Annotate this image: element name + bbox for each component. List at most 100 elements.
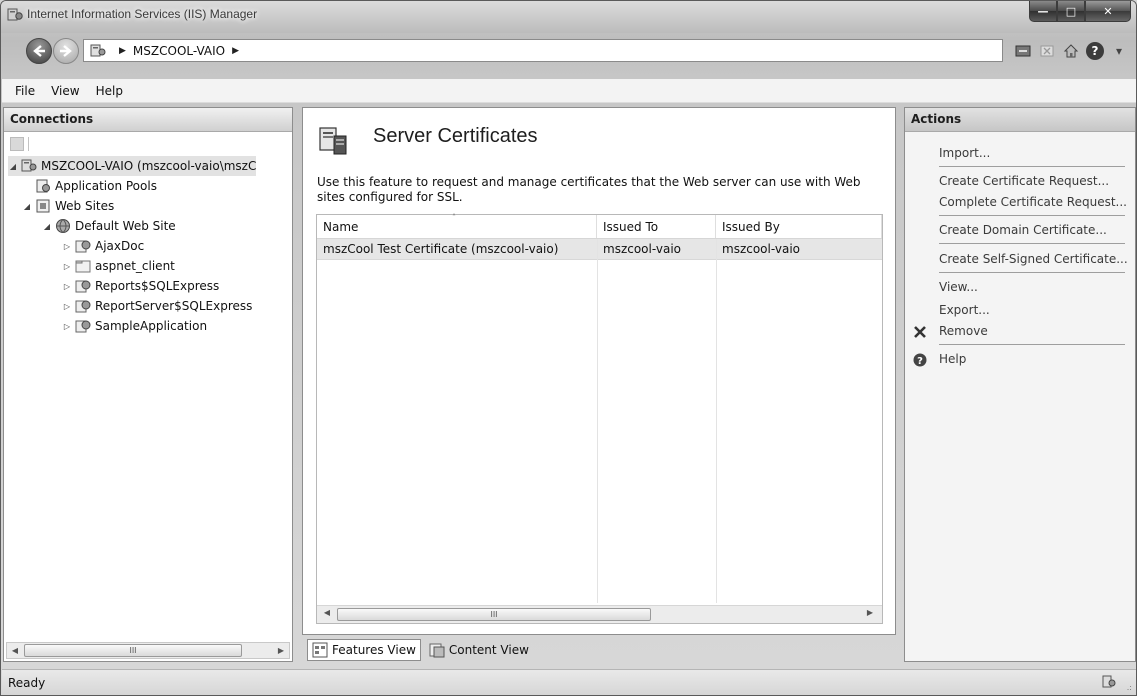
column-header-issued-to[interactable]: Issued To: [597, 215, 716, 238]
tree-label-default-web-site: Default Web Site: [75, 219, 176, 233]
resize-grip-icon[interactable]: .:: [1127, 683, 1132, 692]
tree-label-web-sites: Web Sites: [55, 199, 115, 213]
action-remove[interactable]: Remove: [939, 324, 988, 338]
globe-icon: [56, 219, 70, 233]
breadcrumb-server[interactable]: MSZCOOL-VAIO: [133, 44, 225, 58]
tree-expand-icon[interactable]: ◢: [8, 162, 18, 171]
tree-node-server[interactable]: ◢ MSZCOOL-VAIO (mszcool-vaio\mszC: [8, 156, 257, 176]
tree-collapsed-icon[interactable]: ▷: [62, 302, 72, 311]
help-icon: ?: [913, 353, 927, 367]
tree-collapsed-icon[interactable]: ▷: [62, 322, 72, 331]
certificate-server-icon: [319, 127, 347, 155]
menu-file[interactable]: File: [7, 82, 43, 100]
folder-icon: [75, 260, 91, 273]
scroll-right-icon[interactable]: ▶: [273, 646, 289, 655]
column-header-issued-by[interactable]: Issued By: [716, 215, 882, 238]
tree-expand-icon[interactable]: ◢: [42, 222, 52, 231]
stop-icon[interactable]: [1038, 42, 1056, 60]
connections-toolbar: [4, 132, 292, 156]
page-title: Server Certificates: [373, 125, 538, 147]
tree-node-sampleapplication[interactable]: ▷ SampleApplication: [62, 316, 207, 336]
close-icon: ✕: [1103, 4, 1113, 18]
tab-features-view[interactable]: Features View: [307, 639, 421, 661]
tree-collapsed-icon[interactable]: ▷: [62, 242, 72, 251]
tree-expand-icon[interactable]: ◢: [22, 202, 32, 211]
action-export[interactable]: Export...: [939, 303, 990, 317]
scroll-left-icon[interactable]: ◀: [7, 646, 23, 655]
address-bar[interactable]: ▶ MSZCOOL-VAIO ▶: [83, 39, 1003, 62]
minimize-button[interactable]: —: [1029, 1, 1057, 22]
column-divider: [716, 239, 717, 603]
tree-node-reports-sqlexpress[interactable]: ▷ Reports$SQLExpress: [62, 276, 219, 296]
action-complete-certificate-request[interactable]: Complete Certificate Request...: [939, 195, 1127, 209]
column-divider: [597, 239, 598, 603]
cell-issued-by: mszcool-vaio: [722, 242, 800, 256]
web-app-icon: [75, 240, 91, 253]
tree-node-reportserver-sqlexpress[interactable]: ▷ ReportServer$SQLExpress: [62, 296, 252, 316]
tab-content-view[interactable]: Content View: [425, 639, 533, 661]
tree-node-web-sites[interactable]: ◢ Web Sites: [22, 196, 114, 216]
maximize-icon: □: [1065, 4, 1077, 18]
web-sites-icon: [36, 199, 50, 213]
cell-name: mszCool Test Certificate (mszcool-vaio): [323, 242, 559, 256]
close-button[interactable]: ✕: [1085, 1, 1131, 22]
menu-help[interactable]: Help: [88, 82, 131, 100]
action-create-certificate-request[interactable]: Create Certificate Request...: [939, 174, 1109, 188]
tree-node-aspnet-client[interactable]: ▷ aspnet_client: [62, 256, 175, 276]
tree-label-reports-sqlexpress: Reports$SQLExpress: [95, 279, 220, 293]
action-view[interactable]: View...: [939, 280, 978, 294]
tree-label-sampleapplication: SampleApplication: [95, 319, 208, 333]
breadcrumb-separator-icon[interactable]: ▶: [119, 46, 126, 56]
actions-panel: Actions Import... Create Certificate Req…: [904, 107, 1136, 662]
iis-app-icon: [7, 8, 23, 21]
breadcrumb-separator-icon[interactable]: ▶: [232, 46, 239, 56]
feature-description: Use this feature to request and manage c…: [317, 175, 861, 204]
connect-icon[interactable]: [1014, 42, 1032, 60]
title-bar: Internet Information Services (IIS) Mana…: [1, 1, 1136, 33]
server-icon: [21, 159, 37, 172]
server-icon: [90, 44, 106, 56]
navigation-bar: ▶ MSZCOOL-VAIO ▶ ? ▾: [1, 34, 1136, 78]
cell-issued-to: mszcool-vaio: [603, 242, 681, 256]
connections-horizontal-scrollbar[interactable]: ◀ III ▶: [6, 642, 290, 659]
connect-to-server-icon[interactable]: [10, 137, 24, 151]
tree-node-application-pools[interactable]: Application Pools: [22, 176, 157, 196]
help-icon[interactable]: ?: [1086, 42, 1104, 60]
remove-x-icon: [914, 326, 926, 338]
tree-node-default-web-site[interactable]: ◢ Default Web Site: [42, 216, 176, 236]
tab-content-view-label: Content View: [448, 643, 529, 657]
status-text: Ready: [8, 675, 46, 690]
status-bar: Ready .:: [2, 669, 1136, 695]
window-title: Internet Information Services (IIS) Mana…: [27, 7, 258, 21]
content-view-icon: [429, 643, 445, 658]
tree-node-ajaxdoc[interactable]: ▷ AjaxDoc: [62, 236, 144, 256]
scroll-grip: III: [129, 646, 137, 655]
action-import[interactable]: Import...: [939, 146, 990, 160]
tree-label-application-pools: Application Pools: [55, 179, 157, 193]
action-create-domain-certificate[interactable]: Create Domain Certificate...: [939, 223, 1107, 237]
home-icon[interactable]: [1062, 42, 1080, 60]
action-create-self-signed-certificate[interactable]: Create Self-Signed Certificate...: [939, 252, 1128, 266]
maximize-button[interactable]: □: [1057, 1, 1085, 22]
tree-collapsed-icon[interactable]: ▷: [62, 282, 72, 291]
forward-arrow-icon: [60, 45, 72, 57]
scroll-right-icon[interactable]: ▶: [862, 608, 878, 617]
scroll-thumb[interactable]: III: [337, 608, 651, 621]
forward-button[interactable]: [53, 38, 79, 64]
chevron-down-icon[interactable]: ▾: [1110, 42, 1128, 60]
web-app-icon: [75, 280, 91, 293]
scroll-left-icon[interactable]: ◀: [319, 608, 335, 617]
iis-manager-window: Internet Information Services (IIS) Mana…: [0, 0, 1137, 696]
action-help[interactable]: Help: [939, 352, 966, 366]
column-header-name[interactable]: ˄ Name: [317, 213, 597, 238]
action-divider: [939, 272, 1125, 273]
action-divider: [939, 243, 1125, 244]
table-horizontal-scrollbar[interactable]: ◀ III ▶: [317, 605, 882, 623]
connections-panel: Connections ◢ MSZCOOL-VAIO (mszcool-vaio…: [3, 107, 293, 662]
server-status-icon: [1102, 675, 1116, 688]
scroll-thumb[interactable]: III: [24, 644, 242, 657]
menu-view[interactable]: View: [43, 82, 87, 100]
table-row[interactable]: mszCool Test Certificate (mszcool-vaio) …: [317, 239, 882, 260]
tree-collapsed-icon[interactable]: ▷: [62, 262, 72, 271]
back-button[interactable]: [26, 38, 52, 64]
